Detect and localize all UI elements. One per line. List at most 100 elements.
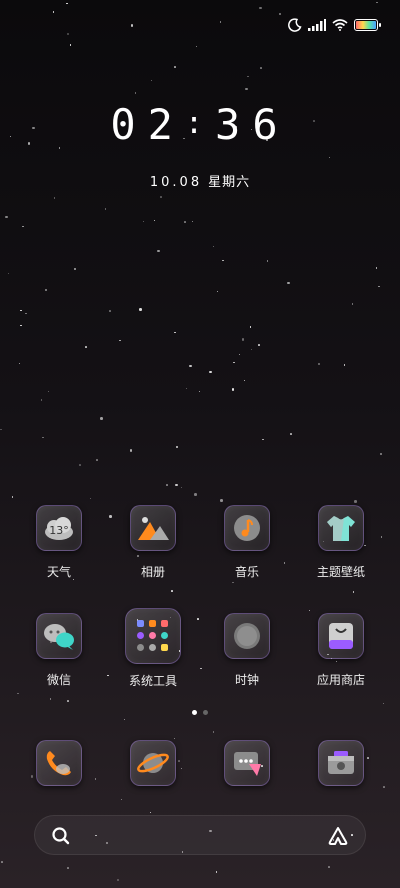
assistant-icon[interactable]	[327, 826, 349, 846]
star	[134, 92, 137, 94]
star	[53, 197, 56, 199]
search-bar[interactable]	[34, 815, 366, 855]
star	[198, 390, 201, 393]
clock-hour: 02	[110, 100, 185, 149]
star	[219, 21, 222, 23]
star	[130, 24, 134, 27]
star	[100, 417, 103, 420]
star	[73, 267, 77, 271]
star	[47, 390, 50, 393]
star	[17, 692, 19, 695]
star	[220, 499, 223, 502]
star	[67, 700, 69, 702]
app-music[interactable]: 音乐	[202, 505, 292, 580]
star	[232, 581, 234, 584]
star	[116, 878, 120, 882]
phone-icon	[36, 740, 82, 786]
star	[266, 260, 269, 262]
star	[0, 428, 2, 431]
star	[69, 44, 72, 46]
app-store[interactable]: 应用商店	[296, 613, 386, 688]
star	[11, 496, 14, 498]
star	[290, 433, 292, 435]
star	[247, 75, 249, 78]
star	[375, 267, 378, 269]
star	[212, 245, 215, 248]
moon-icon	[288, 18, 302, 32]
star	[351, 303, 354, 305]
folder-system-tools[interactable]: 系统工具	[108, 608, 198, 689]
system-tools-folder-icon	[125, 608, 181, 664]
star	[243, 379, 246, 382]
star	[249, 326, 252, 328]
dock-messages[interactable]	[202, 740, 292, 786]
date-value: 10.08	[149, 175, 203, 190]
page-dot[interactable]	[203, 710, 208, 715]
star	[7, 272, 10, 275]
star	[142, 220, 145, 223]
star	[166, 484, 168, 486]
star	[52, 11, 55, 13]
star	[22, 225, 24, 228]
star	[328, 156, 331, 159]
star	[1, 861, 3, 863]
weekday: 星期六	[208, 175, 251, 190]
app-label: 系统工具	[128, 674, 177, 688]
clock-minute: 36	[215, 100, 290, 149]
star	[67, 867, 69, 869]
star	[194, 493, 197, 496]
star	[79, 464, 81, 466]
star	[174, 331, 176, 334]
star	[233, 361, 235, 364]
star	[215, 871, 218, 873]
star	[157, 249, 160, 253]
search-icon[interactable]	[51, 826, 71, 846]
star	[343, 364, 345, 366]
star	[352, 591, 355, 593]
star	[382, 702, 385, 705]
star	[66, 2, 68, 5]
star	[104, 208, 107, 210]
star	[241, 338, 245, 341]
app-themes[interactable]: 主题壁纸	[296, 505, 386, 580]
star	[354, 500, 357, 503]
page-dot-active[interactable]	[192, 710, 197, 715]
gallery-icon	[130, 505, 176, 551]
app-clock[interactable]: 时钟	[202, 613, 292, 688]
star	[89, 497, 92, 500]
page-indicator	[0, 710, 400, 715]
app-label: 应用商店	[316, 673, 365, 687]
star	[153, 219, 156, 222]
star	[109, 310, 111, 312]
star	[262, 438, 264, 441]
star	[5, 215, 8, 219]
star	[175, 483, 178, 487]
star	[378, 285, 380, 288]
app-wechat[interactable]: 微信	[14, 613, 104, 688]
star	[317, 362, 321, 366]
status-bar	[288, 14, 381, 36]
dock-browser[interactable]	[108, 740, 198, 786]
star	[328, 866, 330, 868]
wechat-icon	[36, 613, 82, 659]
star	[184, 221, 186, 223]
app-label: 微信	[46, 673, 71, 687]
star	[44, 288, 48, 292]
star	[287, 281, 290, 285]
app-label: 主题壁纸	[316, 565, 365, 579]
app-store-icon	[318, 613, 364, 659]
date-line: 10.08 星期六	[0, 171, 400, 190]
wifi-icon	[332, 19, 348, 31]
star	[175, 445, 178, 449]
app-weather[interactable]: 13° 天气	[14, 505, 104, 580]
star	[189, 364, 192, 368]
dock-camera[interactable]	[296, 740, 386, 786]
signal-icon	[308, 19, 326, 31]
battery-icon	[354, 19, 381, 31]
app-gallery[interactable]: 相册	[108, 505, 198, 580]
messages-icon	[224, 740, 270, 786]
dock-phone[interactable]	[14, 740, 104, 786]
star	[120, 798, 123, 801]
star	[231, 388, 235, 391]
star	[185, 387, 188, 390]
